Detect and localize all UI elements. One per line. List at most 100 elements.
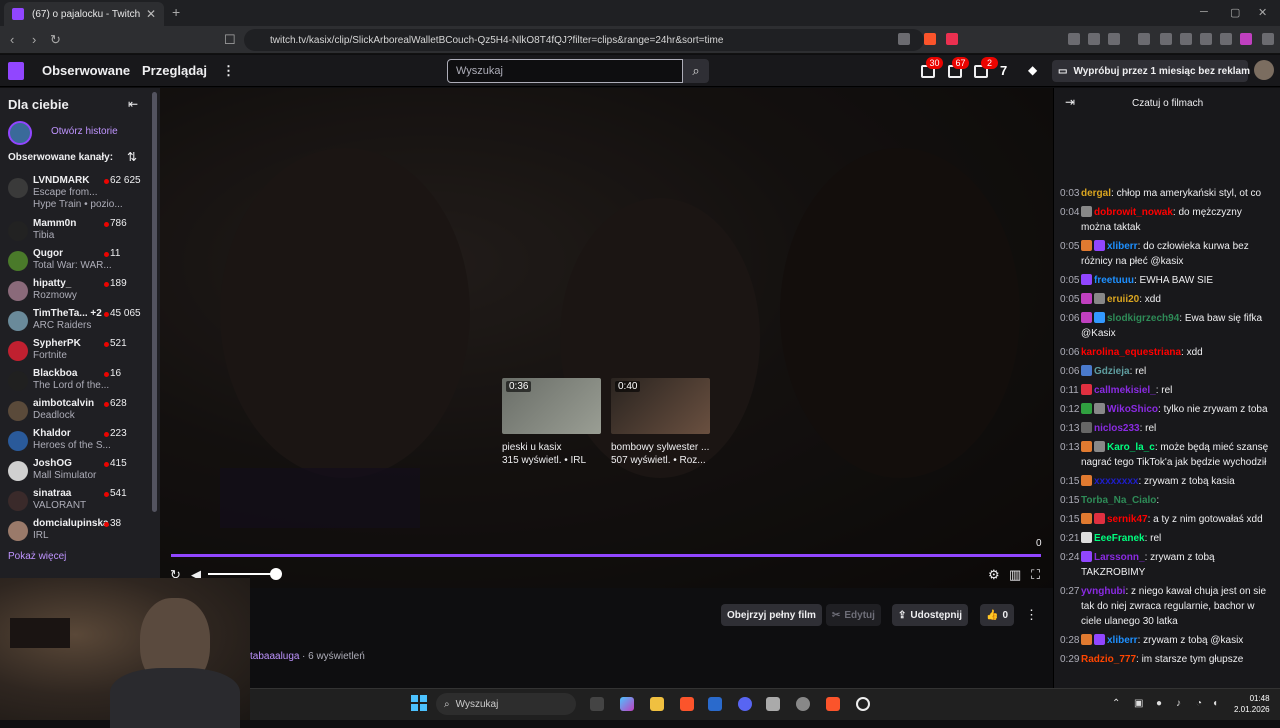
- chat-username[interactable]: callmekisiel_: [1094, 385, 1156, 396]
- store-icon[interactable]: [708, 697, 722, 711]
- edit-button[interactable]: ✂ Edytuj: [826, 604, 881, 626]
- sidebar-channel[interactable]: Qugor Total War: WAR... 11: [0, 247, 150, 277]
- search-icon[interactable]: ⌕: [683, 59, 709, 83]
- close-tab-icon[interactable]: ✕: [146, 7, 156, 21]
- chat-username[interactable]: yvnghubi: [1081, 586, 1125, 597]
- sidebar-channel[interactable]: JoshOG Mall Simulator 415: [0, 457, 150, 487]
- share-page-icon[interactable]: [898, 33, 910, 45]
- tray-app-icon[interactable]: ▣: [1134, 698, 1143, 709]
- sidebar-channel[interactable]: SypherPK Fortnite 521: [0, 337, 150, 367]
- chat-username[interactable]: Karo_la_c: [1107, 442, 1155, 453]
- menu-icon[interactable]: [1262, 33, 1274, 45]
- sidebar-icon[interactable]: [1160, 33, 1172, 45]
- leo-icon[interactable]: [1200, 33, 1212, 45]
- show-more-link[interactable]: Pokaż więcej: [8, 551, 66, 562]
- nav-followed[interactable]: Obserwowane: [42, 63, 130, 78]
- speaker-icon[interactable]: ◖: [1212, 698, 1218, 709]
- chat-username[interactable]: eruii20: [1107, 294, 1139, 305]
- chat-username[interactable]: Gdzieja: [1094, 366, 1130, 377]
- browser-tab[interactable]: (67) o pajalocku - Twitch ✕: [4, 2, 164, 26]
- chat-username[interactable]: dergal: [1081, 188, 1111, 199]
- more-options-icon[interactable]: ⋮: [222, 63, 235, 79]
- open-stories-link[interactable]: Otwórz historie: [51, 126, 118, 137]
- windows-start-icon[interactable]: [411, 695, 427, 711]
- network-icon[interactable]: ◔: [1196, 698, 1202, 709]
- brave-shield-icon[interactable]: [924, 33, 936, 45]
- new-tab-icon[interactable]: +: [172, 4, 180, 20]
- tray-app-icon[interactable]: ●: [1156, 698, 1162, 709]
- chat-username[interactable]: Radzio_777: [1081, 654, 1136, 665]
- chat-username[interactable]: EeeFranek: [1094, 533, 1145, 544]
- sidebar-channel[interactable]: TimTheTa... +2 ARC Raiders 45 065: [0, 307, 150, 337]
- profile-icon[interactable]: [1240, 33, 1252, 45]
- collapse-sidebar-icon[interactable]: ⇤: [128, 97, 138, 111]
- watch-full-video-button[interactable]: Obejrzyj pełny film: [721, 604, 822, 626]
- extension-icon[interactable]: [1108, 33, 1120, 45]
- brave-rewards-icon[interactable]: [946, 33, 958, 45]
- bookmark-icon[interactable]: ☐: [224, 32, 236, 48]
- chat-username[interactable]: xliberr: [1107, 635, 1138, 646]
- brave-browser-icon[interactable]: [680, 697, 694, 711]
- file-explorer-icon[interactable]: [650, 697, 664, 711]
- clip-author-link[interactable]: tabaaaluga: [250, 651, 300, 662]
- bits-icon[interactable]: ◆: [1028, 63, 1042, 77]
- related-clip-card[interactable]: 0:36 pieski u kasix 315 wyświetl. • IRL: [502, 378, 602, 466]
- chat-username[interactable]: niclos233: [1094, 423, 1140, 434]
- sort-icon[interactable]: ⇅: [127, 150, 137, 164]
- sidebar-channel[interactable]: hipatty_ Rozmowy 189: [0, 277, 150, 307]
- like-button[interactable]: 👍 0: [980, 604, 1015, 626]
- brave-active-icon[interactable]: [826, 697, 840, 711]
- chat-username[interactable]: xxxxxxxx: [1094, 476, 1139, 487]
- minimize-icon[interactable]: ─: [1200, 6, 1208, 18]
- stories-avatar[interactable]: [8, 121, 32, 145]
- taskbar-clock[interactable]: 01:48 2.01.2026: [1234, 693, 1270, 715]
- sidebar-channel[interactable]: Khaldor Heroes of the S... 223: [0, 427, 150, 457]
- extension-icon[interactable]: 7: [1000, 63, 1014, 78]
- chat-username[interactable]: Larssonn_: [1094, 552, 1145, 563]
- back-icon[interactable]: ‹: [10, 32, 14, 47]
- settings-icon[interactable]: ⚙: [988, 567, 1000, 583]
- chat-username[interactable]: Torba_Na_Cialo: [1081, 495, 1156, 506]
- obs-icon[interactable]: [856, 697, 870, 711]
- extension-icon[interactable]: [1088, 33, 1100, 45]
- prime-button[interactable]: ▭ Wypróbuj przez 1 miesiąc bez reklam: [1052, 60, 1250, 82]
- maximize-icon[interactable]: ▢: [1230, 6, 1240, 19]
- progress-bar[interactable]: [171, 554, 1041, 557]
- sidebar-channel[interactable]: aimbotcalvin Deadlock 628: [0, 397, 150, 427]
- chat-username[interactable]: WikoShico: [1107, 404, 1158, 415]
- settings-app-icon[interactable]: [796, 697, 810, 711]
- calculator-icon[interactable]: [766, 697, 780, 711]
- sidebar-scrollbar[interactable]: [152, 92, 157, 512]
- search-input[interactable]: Wyszukaj: [447, 59, 683, 83]
- collapse-chat-icon[interactable]: ⇥: [1065, 95, 1075, 109]
- chat-username[interactable]: sernik47: [1107, 514, 1148, 525]
- chat-username[interactable]: dobrowit_nowak: [1094, 207, 1173, 218]
- extension-icon[interactable]: [1068, 33, 1080, 45]
- reload-icon[interactable]: ↻: [50, 32, 61, 48]
- sidebar-channel[interactable]: Mamm0n Tibia 786: [0, 217, 150, 247]
- video-player[interactable]: 0:36 pieski u kasix 315 wyświetl. • IRL …: [160, 88, 1053, 588]
- chat-username[interactable]: freetuuu: [1094, 275, 1134, 286]
- chat-username[interactable]: karolina_equestriana: [1081, 347, 1181, 358]
- copilot-icon[interactable]: [620, 697, 634, 711]
- more-icon[interactable]: ⋮: [1025, 607, 1038, 623]
- vpn-icon[interactable]: [1220, 33, 1232, 45]
- user-avatar[interactable]: [1254, 60, 1274, 80]
- sidebar-channel[interactable]: domcialupinska IRL 38: [0, 517, 150, 547]
- close-window-icon[interactable]: ✕: [1258, 6, 1267, 19]
- sidebar-channel[interactable]: sinatraa VALORANT 541: [0, 487, 150, 517]
- share-button[interactable]: ⇪ Udostępnij: [892, 604, 969, 626]
- theatre-mode-icon[interactable]: ▥: [1009, 567, 1021, 583]
- discord-icon[interactable]: [738, 697, 752, 711]
- extension-icon[interactable]: [1138, 33, 1150, 45]
- taskbar-search[interactable]: ⌕ Wyszukaj: [436, 693, 576, 715]
- forward-icon[interactable]: ›: [32, 32, 36, 47]
- url-field[interactable]: twitch.tv/kasix/clip/SlickArborealWallet…: [244, 29, 924, 51]
- tray-chevron-icon[interactable]: ⌃: [1112, 698, 1120, 709]
- volume-slider[interactable]: [208, 573, 276, 575]
- nav-browse[interactable]: Przeglądaj: [142, 63, 207, 78]
- fullscreen-icon[interactable]: ⛶: [1031, 567, 1040, 583]
- volume-knob[interactable]: [270, 568, 282, 580]
- wallet-icon[interactable]: [1180, 33, 1192, 45]
- chat-username[interactable]: slodkigrzech94: [1107, 313, 1179, 324]
